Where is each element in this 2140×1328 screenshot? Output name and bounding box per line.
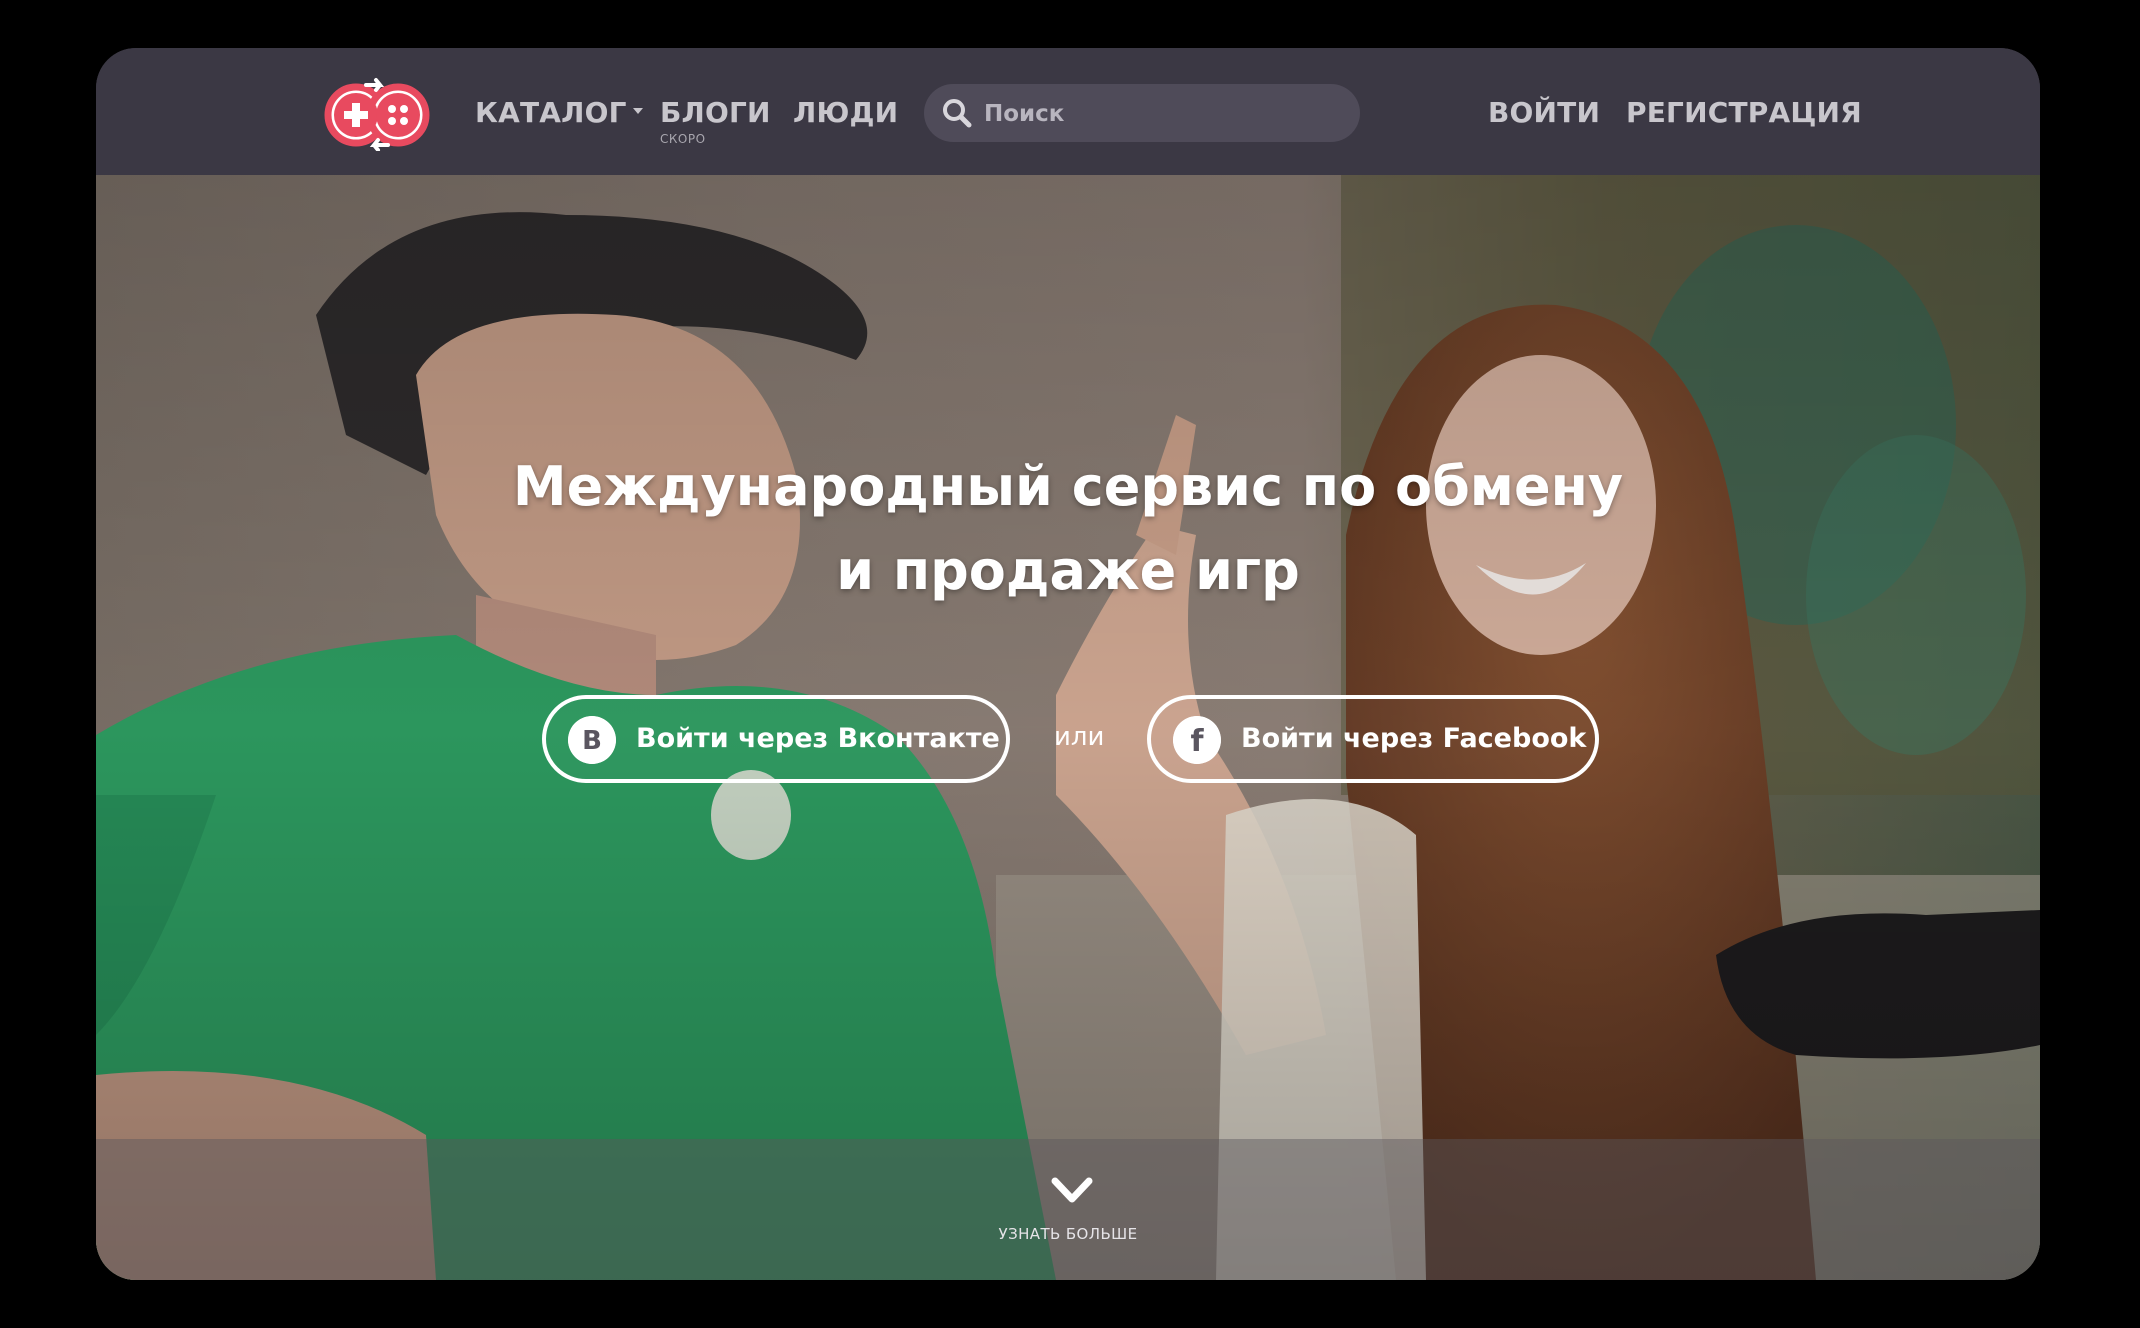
login-facebook-label: Войти через Facebook — [1241, 723, 1587, 754]
nav-catalog-dropdown[interactable]: КАТАЛОГ — [475, 96, 643, 129]
facebook-icon: f — [1173, 716, 1221, 764]
nav-blogs-link[interactable]: БЛОГИ — [660, 96, 771, 129]
learn-more-bar — [96, 1139, 2040, 1280]
nav-catalog-label: КАТАЛОГ — [475, 96, 627, 129]
chevron-down-icon[interactable] — [1051, 1177, 1093, 1205]
learn-more-link[interactable]: УЗНАТЬ БОЛЬШЕ — [96, 1225, 2040, 1243]
login-link[interactable]: ВОЙТИ — [1488, 96, 1600, 129]
login-vk-label: Войти через Вконтакте — [636, 723, 1000, 754]
search-box[interactable] — [924, 84, 1360, 144]
facebook-icon-letter: f — [1190, 724, 1204, 759]
vk-icon: В — [568, 716, 616, 764]
hero-title-line-1: Международный сервис по обмену — [512, 455, 1624, 518]
hero-title: Международный сервис по обмену и продаже… — [96, 445, 2040, 613]
nav-blogs-soon-badge: СКОРО — [660, 132, 706, 146]
search-icon — [943, 99, 972, 128]
search-input[interactable] — [982, 84, 1346, 144]
register-link[interactable]: РЕГИСТРАЦИЯ — [1626, 96, 1862, 129]
login-vk-button[interactable]: В Войти через Вконтакте — [542, 695, 1010, 783]
vk-icon-letter: В — [582, 726, 602, 756]
top-navbar: КАТАЛОГ БЛОГИ СКОРО ЛЮДИ ВОЙТИ РЕГИСТРАЦ… — [96, 48, 2040, 175]
browser-page: КАТАЛОГ БЛОГИ СКОРО ЛЮДИ ВОЙТИ РЕГИСТРАЦ… — [96, 48, 2040, 1280]
or-separator: или — [1054, 722, 1105, 752]
nav-people-link[interactable]: ЛЮДИ — [793, 96, 898, 129]
login-facebook-button[interactable]: f Войти через Facebook — [1147, 695, 1599, 783]
hero-title-line-2: и продаже игр — [836, 539, 1300, 602]
caret-down-icon — [632, 108, 643, 114]
gamepad-exchange-logo-icon[interactable] — [322, 75, 432, 151]
hero-section: Международный сервис по обмену и продаже… — [96, 175, 2040, 1280]
